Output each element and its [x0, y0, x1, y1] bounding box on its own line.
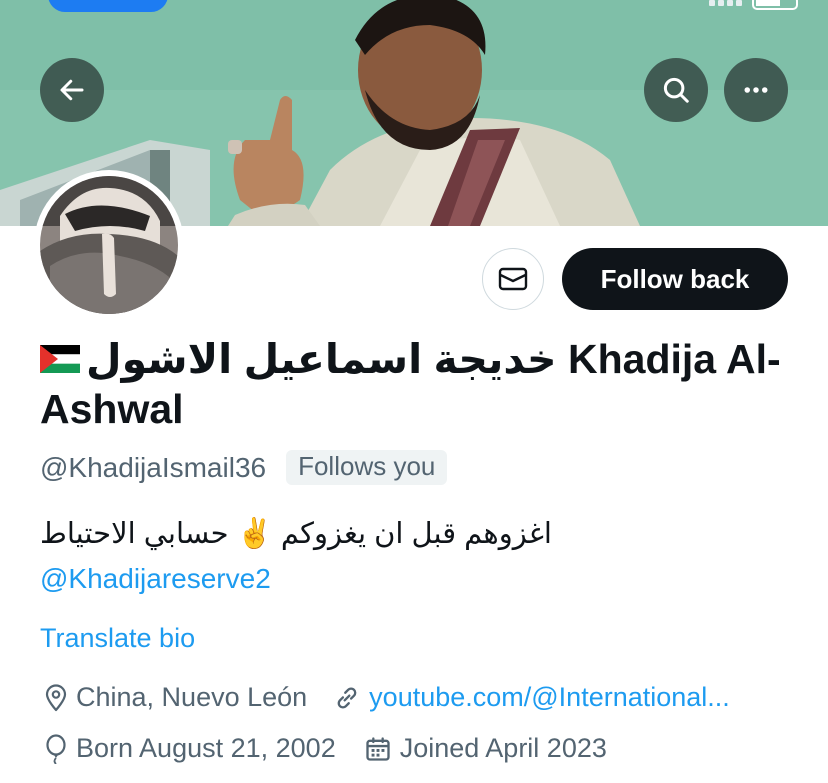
avatar-image: [40, 176, 178, 314]
website-item[interactable]: youtube.com/@International...: [333, 682, 730, 713]
translate-bio-link[interactable]: Translate bio: [40, 623, 195, 654]
joined-text: Joined April 2023: [399, 733, 607, 763]
display-name: خديجة اسماعيل الاشول Khadija Al-Ashwal: [40, 334, 800, 434]
follow-back-button[interactable]: Follow back: [562, 248, 788, 310]
search-button[interactable]: [644, 58, 708, 122]
joined-item: Joined April 2023: [364, 733, 607, 764]
palestine-flag-icon: [40, 345, 80, 374]
follows-you-badge: Follows you: [286, 450, 448, 485]
more-button[interactable]: [724, 58, 788, 122]
handle-row: @KhadijaIsmail36 Follows you: [40, 450, 448, 485]
arrow-left-icon: [60, 79, 84, 101]
balloon-icon: [44, 733, 68, 764]
display-name-text: خديجة اسماعيل الاشول Khadija Al-Ashwal: [40, 336, 781, 432]
envelope-icon: [498, 267, 528, 291]
back-button[interactable]: [40, 58, 104, 122]
birthday-text: Born August 21, 2002: [76, 733, 336, 763]
location-pin-icon: [44, 683, 68, 712]
more-horizontal-icon: [744, 87, 768, 93]
meta-row-birthday-joined: Born August 21, 2002 Joined April 2023: [44, 733, 607, 764]
username-handle: @KhadijaIsmail36: [40, 451, 267, 483]
website-link[interactable]: youtube.com/@International...: [369, 682, 730, 713]
search-icon: [663, 77, 689, 103]
battery-icon: [752, 0, 798, 10]
bio-mention-link[interactable]: @Khadijareserve2: [40, 563, 271, 595]
profile-page: Follow back خديجة اسماعيل الاشول Khadija…: [0, 0, 828, 783]
meta-row-location-website: China, Nuevo León youtube.com/@Internati…: [44, 682, 730, 713]
message-button[interactable]: [482, 248, 544, 310]
link-icon: [333, 684, 361, 712]
location-text: China, Nuevo León: [76, 682, 308, 712]
signal-icon: [709, 0, 742, 6]
location-item: China, Nuevo León: [44, 682, 307, 713]
birthday-item: Born August 21, 2002: [44, 733, 336, 764]
avatar[interactable]: [34, 170, 184, 320]
status-bar-indicators: [709, 0, 798, 10]
bio-text: اغزوهم قبل ان يغزوكم ✌️ حسابي الاحتياط: [40, 518, 552, 550]
calendar-icon: [364, 735, 392, 763]
status-time-pill: [48, 0, 168, 12]
